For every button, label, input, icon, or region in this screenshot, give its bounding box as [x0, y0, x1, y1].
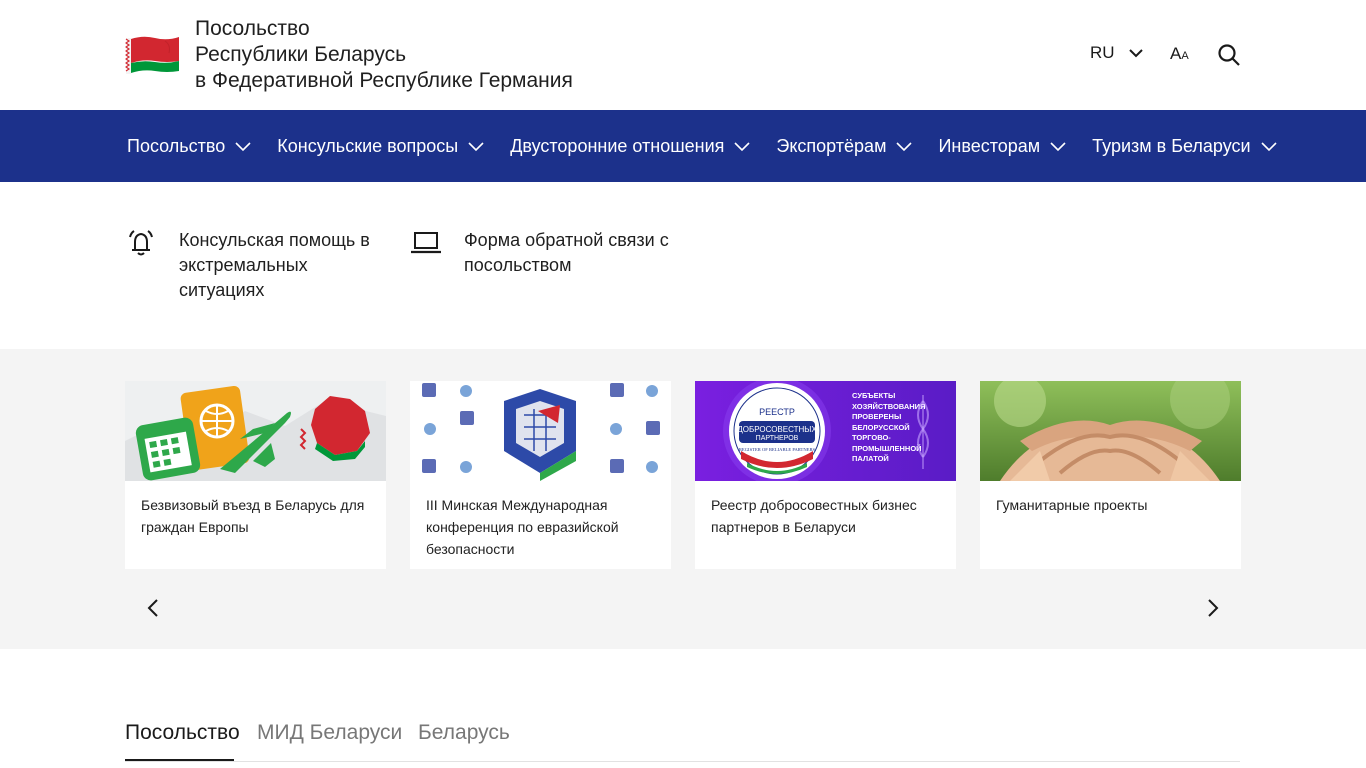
font-size-small-label: A — [1181, 50, 1189, 62]
card-image-partners-registry: РЕЕСТР ДОБРОСОВЕСТНЫХ ПАРТНЕРОВ REGISTER… — [695, 381, 956, 481]
site-title-line: в Федеративной Республике Германия — [195, 69, 573, 92]
tab-belarus[interactable]: Беларусь — [418, 721, 510, 745]
laptop-icon — [411, 232, 441, 254]
belarus-flag-logo[interactable] — [125, 33, 179, 75]
card-image-humanitarian — [980, 381, 1241, 481]
nav-item-investors[interactable]: Инвесторам — [938, 136, 1066, 157]
registry-badge-ring: REGISTER OF RELIABLE PARTNERS — [739, 447, 816, 452]
quick-link-label: Форма обратной связи с посольством — [464, 230, 669, 275]
chevron-down-icon — [1050, 142, 1066, 152]
nav-item-label: Туризм в Беларуси — [1092, 135, 1251, 156]
site-header: Посольство Республики Беларусь в Федерат… — [0, 0, 1366, 110]
news-carousel: Безвизовый въезд в Беларусь для граждан … — [0, 349, 1366, 649]
carousel-card[interactable]: Гуманитарные проекты — [980, 381, 1241, 569]
card-title: III Минская Международная конференция по… — [426, 497, 619, 557]
nav-item-label: Инвесторам — [938, 135, 1041, 156]
card-title: Реестр добросовестных бизнес партнеров в… — [711, 497, 917, 535]
tab-embassy[interactable]: Посольство — [125, 721, 240, 745]
active-tab-indicator — [125, 759, 234, 761]
card-image-visa-free — [125, 381, 386, 481]
carousel-prev-arrow-icon[interactable] — [141, 596, 165, 620]
registry-badge-line-3: ПАРТНЕРОВ — [756, 435, 799, 442]
nav-item-label: Консульские вопросы — [277, 135, 459, 156]
site-title-line: Республики Беларусь — [195, 43, 407, 66]
nav-item-tourism[interactable]: Туризм в Беларуси — [1092, 135, 1277, 157]
nav-item-label: Экспортёрам — [776, 135, 887, 156]
alarm-bell-icon — [129, 230, 153, 256]
language-label: RU — [1090, 43, 1115, 62]
chevron-down-icon — [734, 142, 750, 152]
nav-item-label: Двусторонние отношения — [510, 135, 725, 156]
site-title[interactable]: Посольство Республики Беларусь в Федерат… — [195, 16, 573, 94]
font-size-big-label: A — [1170, 44, 1182, 63]
carousel-card[interactable]: Безвизовый въезд в Беларусь для граждан … — [125, 381, 386, 569]
card-title: Гуманитарные проекты — [996, 497, 1148, 513]
quick-links: Консульская помощь в экстремальных ситуа… — [0, 182, 1366, 349]
carousel-next-arrow-icon[interactable] — [1201, 596, 1225, 620]
nav-item-embassy[interactable]: Посольство — [127, 136, 251, 157]
chevron-down-icon — [1128, 49, 1143, 58]
chevron-down-icon — [896, 142, 913, 152]
search-icon[interactable] — [1217, 43, 1241, 67]
card-title: Безвизовый въезд в Беларусь для граждан … — [141, 497, 365, 535]
nav-item-label: Посольство — [127, 135, 226, 156]
tab-mfa-belarus[interactable]: МИД Беларуси — [257, 721, 402, 745]
chevron-down-icon — [235, 142, 251, 152]
nav-item-consular[interactable]: Консульские вопросы — [277, 136, 484, 157]
nav-item-exporters[interactable]: Экспортёрам — [776, 135, 913, 157]
font-size-toggle[interactable]: AA — [1170, 44, 1189, 64]
quick-link-label: Консульская помощь в экстремальных ситуа… — [179, 230, 370, 300]
quick-link-feedback-form[interactable]: Форма обратной связи с посольством — [410, 228, 694, 278]
registry-badge-line-1: РЕЕСТР — [759, 407, 795, 417]
card-image-security-conference — [410, 381, 671, 481]
site-title-line: Посольство — [195, 17, 310, 40]
nav-item-bilateral[interactable]: Двусторонние отношения — [510, 136, 750, 157]
main-nav: Посольство Консульские вопросы Двусторон… — [0, 110, 1366, 182]
news-tabs: Посольство МИД Беларуси Беларусь — [125, 716, 1240, 762]
registry-badge-line-2: ДОБРОСОВЕСТНЫХ — [737, 425, 817, 434]
language-selector[interactable]: RU — [1090, 43, 1144, 63]
quick-link-consular-help[interactable]: Консульская помощь в экстремальных ситуа… — [127, 228, 379, 303]
chevron-down-icon — [1261, 142, 1277, 152]
carousel-card[interactable]: III Минская Международная конференция по… — [410, 381, 671, 569]
chevron-down-icon — [468, 142, 484, 152]
carousel-card[interactable]: РЕЕСТР ДОБРОСОВЕСТНЫХ ПАРТНЕРОВ REGISTER… — [695, 381, 956, 569]
